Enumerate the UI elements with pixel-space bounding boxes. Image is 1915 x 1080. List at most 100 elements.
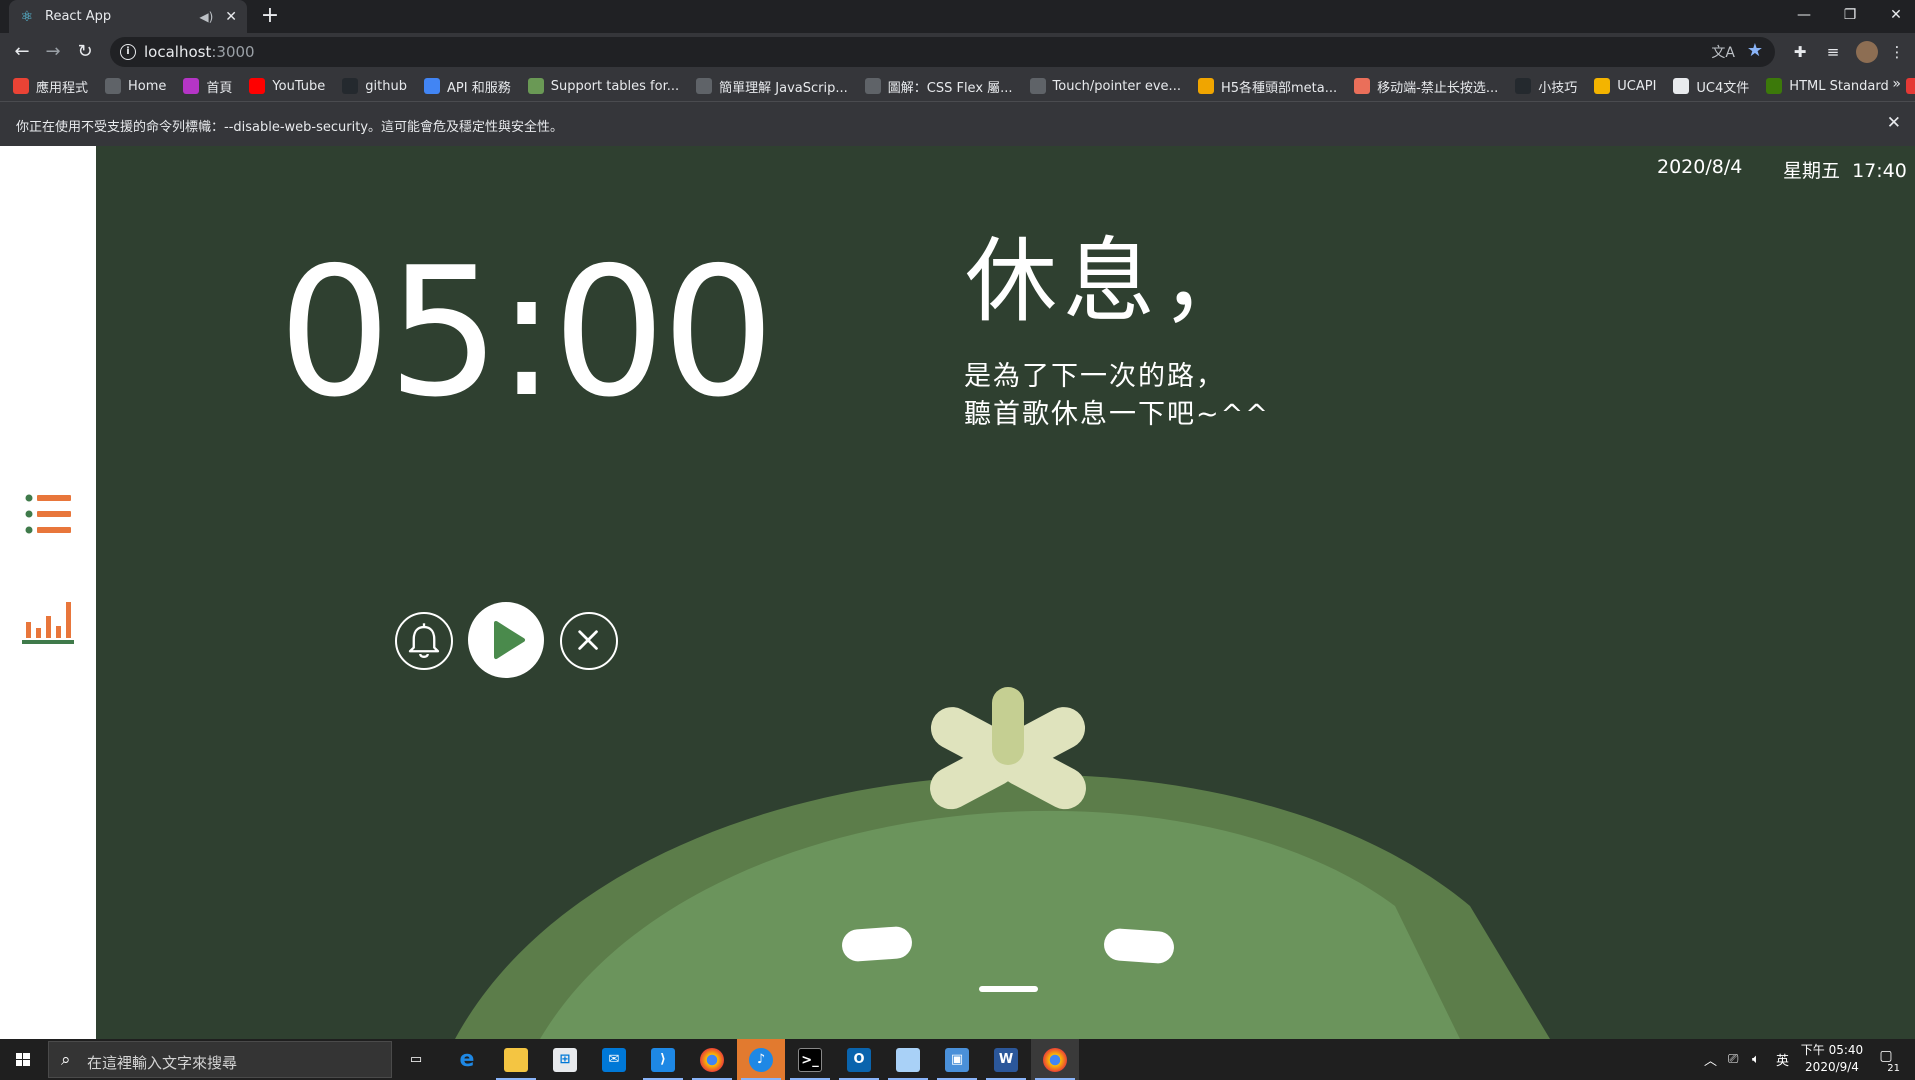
bookmark-label: API 和服務: [447, 80, 511, 96]
bookmark-item[interactable]: HTML Standard: [1766, 78, 1889, 94]
taskbar-chrome-1[interactable]: [688, 1039, 736, 1080]
bookmark-item[interactable]: Home: [105, 78, 166, 94]
uc-icon: [1673, 78, 1690, 94]
volume-icon[interactable]: 🔈︎: [1752, 1039, 1760, 1080]
current-date: 2020/8/4: [1657, 156, 1743, 178]
eye-right: [1104, 928, 1174, 964]
taskbar-notepad[interactable]: [884, 1039, 932, 1080]
bookmark-label: 應用程式: [36, 80, 89, 96]
network-icon[interactable]: ⎚: [1728, 1039, 1738, 1080]
taskbar-mail[interactable]: ✉: [590, 1039, 638, 1080]
bookmark-item[interactable]: 圖解：CSS Flex 屬...: [864, 77, 1013, 96]
app-page: 2020/8/4 星期五 17:40 05:00 休息， 是為了下一次的路， 聽…: [0, 146, 1915, 1039]
bookmark-star-icon[interactable]: ★: [1747, 40, 1763, 61]
mouth: [979, 986, 1038, 992]
taskbar-search-box[interactable]: ⌕ 在這裡輸入文字來搜尋: [48, 1041, 392, 1078]
info-bar-message: 你正在使用不受支援的命令列標幟：--disable-web-security。這…: [16, 120, 564, 135]
windows-start-icon[interactable]: [0, 1039, 46, 1080]
notification-icon: ▢: [1879, 1048, 1893, 1064]
restore-button[interactable]: ❐: [1827, 0, 1873, 30]
bookmark-item[interactable]: 簡單理解 JavaScrip...: [696, 77, 848, 96]
store-icon: ⊞: [553, 1047, 577, 1072]
bookmark-item[interactable]: 爬蟲練習: [1905, 77, 1915, 96]
tab-title: React App: [45, 9, 112, 24]
bookmark-label: Support tables for...: [550, 78, 680, 94]
it-icon: [1197, 78, 1214, 94]
chrome-icon: [700, 1047, 724, 1072]
bookmark-label: Home: [128, 78, 167, 94]
tab-close-icon[interactable]: ✕: [225, 9, 237, 25]
bookmark-item[interactable]: H5各種頭部meta...: [1197, 77, 1337, 96]
taskbar-chrome-2[interactable]: [1031, 1039, 1079, 1080]
reload-button[interactable]: ↻: [72, 39, 98, 65]
forward-button[interactable]: →: [40, 39, 66, 65]
new-tab-button[interactable]: +: [258, 4, 282, 28]
site-info-icon[interactable]: i: [120, 44, 136, 60]
taskbar-store[interactable]: ⊞: [541, 1039, 589, 1080]
react-icon: ⚛: [20, 8, 34, 25]
media-queue-icon[interactable]: ≡: [1822, 41, 1844, 63]
taskbar-vscode[interactable]: ⟩: [639, 1039, 687, 1080]
task-view-button[interactable]: ▭: [392, 1039, 440, 1080]
ime-indicator[interactable]: 英: [1776, 1039, 1789, 1080]
bar-chart-icon[interactable]: [22, 598, 74, 644]
bookmark-item[interactable]: 移动端-禁止长按选...: [1354, 77, 1498, 96]
bookmarks-overflow-icon[interactable]: »: [1892, 76, 1901, 92]
profile-avatar[interactable]: [1856, 41, 1878, 63]
sidebar: [0, 146, 96, 1039]
taskbar-edge[interactable]: e: [443, 1039, 491, 1080]
bookmark-item[interactable]: 應用程式: [13, 77, 88, 96]
close-icon: [578, 630, 598, 650]
tab-audio-icon[interactable]: ◀): [199, 10, 213, 24]
p-site-icon: [183, 78, 200, 94]
back-button[interactable]: ←: [9, 39, 35, 65]
bookmark-item[interactable]: github: [342, 78, 407, 94]
bookmark-item[interactable]: Support tables for...: [527, 78, 680, 94]
taskbar-clock[interactable]: 下午 05:40 2020/9/4: [1800, 1042, 1864, 1076]
bookmark-item[interactable]: Touch/pointer eve...: [1029, 78, 1181, 94]
action-center-button[interactable]: ▢ 21: [1874, 1048, 1900, 1074]
bookmark-item[interactable]: UCAPI: [1594, 78, 1656, 94]
bookmark-item[interactable]: 小技巧: [1515, 77, 1577, 96]
play-button[interactable]: [468, 602, 544, 678]
bookmark-item[interactable]: API 和服務: [424, 77, 511, 96]
info-bar-close-icon[interactable]: ✕: [1887, 113, 1901, 133]
url-text[interactable]: localhost:3000: [144, 43, 255, 61]
taskbar-headphones-app[interactable]: ♪: [737, 1039, 785, 1080]
list-menu-icon[interactable]: [25, 494, 71, 534]
headphones-icon: ♪: [749, 1047, 773, 1072]
browser-tab-active[interactable]: ⚛ React App ◀) ✕: [9, 0, 247, 33]
taskbar-search-placeholder: 在這裡輸入文字來搜尋: [87, 1054, 238, 1072]
tab-strip: ⚛ React App ◀) ✕ + — ❐ ✕: [0, 0, 1915, 33]
control-panel-icon: ▣: [945, 1047, 969, 1072]
github-icon: [1515, 78, 1532, 94]
taskbar-control-panel[interactable]: ▣: [933, 1039, 981, 1080]
more-menu-icon[interactable]: ⋮: [1886, 41, 1908, 63]
extensions-icon[interactable]: ✚: [1789, 41, 1811, 63]
taskbar-file-explorer[interactable]: [492, 1039, 540, 1080]
vscode-icon: ⟩: [651, 1047, 675, 1072]
taskbar-time: 下午 05:40: [1800, 1043, 1864, 1057]
tray-chevron-icon[interactable]: ︿: [1704, 1039, 1717, 1080]
bookmark-label: 圖解：CSS Flex 屬...: [887, 80, 1013, 96]
bookmark-label: Touch/pointer eve...: [1052, 78, 1181, 94]
taskbar-terminal[interactable]: >_: [786, 1039, 834, 1080]
mail-icon: ✉: [602, 1047, 626, 1072]
notepad-icon: [896, 1047, 920, 1072]
current-weekday-time: 星期五 17:40: [1783, 160, 1907, 182]
taskbar-outlook[interactable]: O: [835, 1039, 883, 1080]
bookmark-item[interactable]: UC4文件: [1673, 77, 1749, 96]
minimize-button[interactable]: —: [1781, 0, 1827, 30]
taskbar-word[interactable]: W: [982, 1039, 1030, 1080]
address-bar[interactable]: i localhost:3000 文A ★: [110, 37, 1775, 67]
globe-icon: [864, 78, 881, 94]
bookmark-item[interactable]: 首頁: [183, 77, 232, 96]
rest-subline-1: 是為了下一次的路，: [964, 361, 1225, 392]
bookmark-item[interactable]: YouTube: [249, 78, 325, 94]
alarm-button[interactable]: [395, 612, 453, 670]
bookmark-label: github: [365, 78, 407, 94]
cancel-timer-button[interactable]: [560, 612, 618, 670]
terminal-icon: >_: [798, 1047, 822, 1072]
translate-icon[interactable]: 文A: [1711, 42, 1735, 62]
window-close-button[interactable]: ✕: [1873, 0, 1915, 30]
